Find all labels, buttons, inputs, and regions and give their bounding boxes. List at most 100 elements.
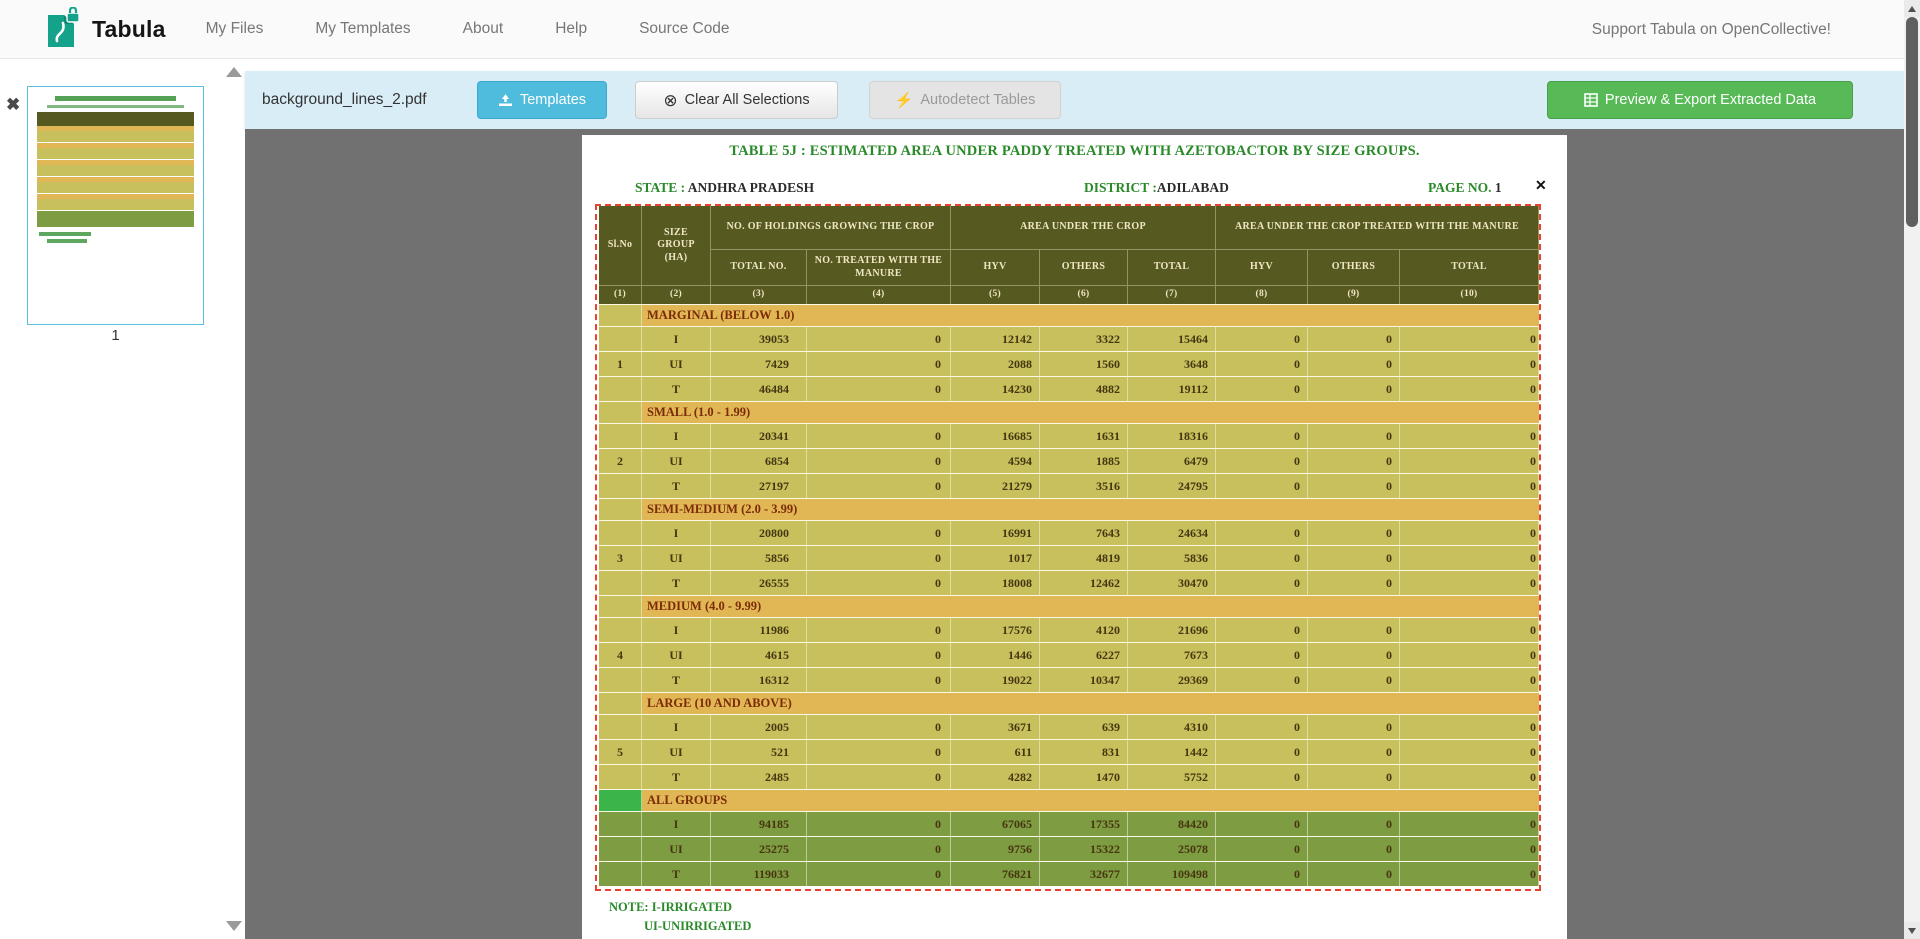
value-cell: 0 [1308,618,1400,642]
nav-item-source-code[interactable]: Source Code [639,20,729,38]
group-band-row: SEMI-MEDIUM (2.0 - 3.99) [599,498,1539,520]
value-cell: 21696 [1128,618,1216,642]
row-label-cell: UI [642,546,711,570]
value-cell: 0 [807,327,951,351]
value-cell: 0 [1216,327,1308,351]
value-cell: 0 [1216,424,1308,448]
group-band-label: ALL GROUPS [642,790,1539,811]
circle-x-icon: ⊗ [663,92,677,109]
value-cell: 7429 [711,352,807,376]
slno-cell [599,715,642,739]
table-row: T24850428214705752000 [599,764,1539,789]
table-row: I941850670651735584420000 [599,811,1539,836]
page-scrollbar[interactable] [1904,0,1920,939]
value-cell: 18316 [1128,424,1216,448]
slno-cell [599,521,642,545]
sidebar-scroll-up-icon[interactable] [226,67,242,77]
value-cell: 0 [1400,837,1539,861]
table-row: T46484014230488219112000 [599,376,1539,401]
group-band-row: MEDIUM (4.0 - 9.99) [599,595,1539,617]
slno-cell: 2 [599,449,642,473]
value-cell: 1017 [951,546,1040,570]
selection-close-button[interactable]: ✕ [1535,177,1547,194]
row-label-cell: I [642,521,711,545]
value-cell: 109498 [1128,862,1216,886]
value-cell: 19112 [1128,377,1216,401]
table-row: 5UI52106118311442000 [599,739,1539,764]
table-header: Sl.No SIZE GROUP (HA) NO. OF HOLDINGS GR… [599,206,1539,304]
value-cell: 0 [1308,715,1400,739]
value-cell: 12462 [1040,571,1128,595]
row-label-cell: T [642,474,711,498]
col-number-9: (9) [1308,285,1400,304]
value-cell: 3322 [1040,327,1128,351]
value-cell: 0 [1216,546,1308,570]
row-label-cell: I [642,812,711,836]
table-row: T163120190221034729369000 [599,667,1539,692]
value-cell: 0 [1216,352,1308,376]
value-cell: 6854 [711,449,807,473]
value-cell: 46484 [711,377,807,401]
value-cell: 0 [1308,812,1400,836]
value-cell: 0 [807,352,951,376]
sidebar-scroll-down-icon[interactable] [226,921,242,931]
scrollbar-down-icon[interactable] [1904,922,1920,939]
district-field: DISTRICT :ADILABAD [1084,180,1229,196]
header-slno: Sl.No [599,206,642,285]
pdf-page[interactable]: TABLE 5J : ESTIMATED AREA UNDER PADDY TR… [582,135,1567,939]
nav-item-help[interactable]: Help [555,20,587,38]
col-number-8: (8) [1216,285,1308,304]
value-cell: 5856 [711,546,807,570]
slno-cell [599,862,642,886]
subheader-7: TOTAL [1400,250,1539,285]
slno-cell [599,571,642,595]
row-label-cell: UI [642,643,711,667]
table-row: 1UI74290208815603648000 [599,351,1539,376]
row-label-cell: I [642,715,711,739]
row-label-cell: I [642,618,711,642]
value-cell: 15464 [1128,327,1216,351]
col-number-4: (4) [807,285,951,304]
scrollbar-up-icon[interactable] [1904,0,1920,17]
value-cell: 0 [1216,474,1308,498]
value-cell: 2485 [711,765,807,789]
subheader-2: HYV [951,250,1040,285]
support-link[interactable]: Support Tabula on OpenCollective! [1592,0,1831,59]
value-cell: 4882 [1040,377,1128,401]
value-cell: 0 [1216,521,1308,545]
main-canvas[interactable]: TABLE 5J : ESTIMATED AREA UNDER PADDY TR… [245,129,1904,939]
group-band-label: MARGINAL (BELOW 1.0) [642,305,1539,326]
value-cell: 0 [1400,546,1539,570]
clear-all-selections-button[interactable]: ⊗ Clear All Selections [635,81,838,119]
scrollbar-thumb[interactable] [1906,17,1918,227]
value-cell: 5752 [1128,765,1216,789]
value-cell: 0 [1400,715,1539,739]
templates-button[interactable]: Templates [477,81,607,119]
value-cell: 0 [1308,862,1400,886]
brand[interactable]: Tabula [44,7,166,51]
value-cell: 16991 [951,521,1040,545]
value-cell: 39053 [711,327,807,351]
value-cell: 1470 [1040,765,1128,789]
slno-cell [599,668,642,692]
value-cell: 4819 [1040,546,1128,570]
value-cell: 1560 [1040,352,1128,376]
value-cell: 0 [1400,740,1539,764]
preview-export-button[interactable]: Preview & Export Extracted Data [1547,81,1853,119]
subheader-3: OTHERS [1040,250,1128,285]
autodetect-tables-button[interactable]: ⚡ Autodetect Tables [869,81,1061,119]
value-cell: 0 [1400,449,1539,473]
nav-item-my-files[interactable]: My Files [206,20,264,38]
table-row: 2UI68540459418856479000 [599,448,1539,473]
value-cell: 30470 [1128,571,1216,595]
row-label-cell: UI [642,449,711,473]
value-cell: 0 [807,740,951,764]
page-thumbnail[interactable] [27,86,204,325]
nav-item-about[interactable]: About [463,20,504,38]
thumbnail-close-icon[interactable]: ✖ [6,95,20,115]
value-cell: 0 [1216,618,1308,642]
value-cell: 20341 [711,424,807,448]
nav-item-my-templates[interactable]: My Templates [315,20,410,38]
thumb-table-footer [37,211,194,227]
col-number-1: (1) [599,285,642,304]
